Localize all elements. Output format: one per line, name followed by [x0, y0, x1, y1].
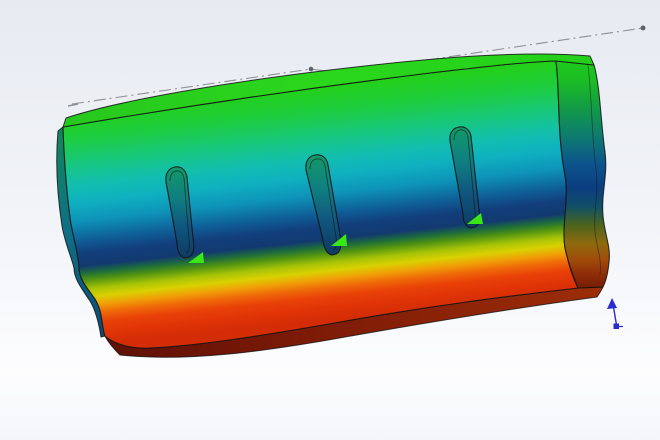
centerline-midpoint-dot-left[interactable]	[309, 67, 314, 72]
viewport-canvas[interactable]	[0, 0, 660, 440]
centerline-endpoint-dot[interactable]	[641, 26, 646, 31]
up-arrow-base-square	[614, 324, 620, 330]
cad-viewport[interactable]	[0, 0, 660, 440]
